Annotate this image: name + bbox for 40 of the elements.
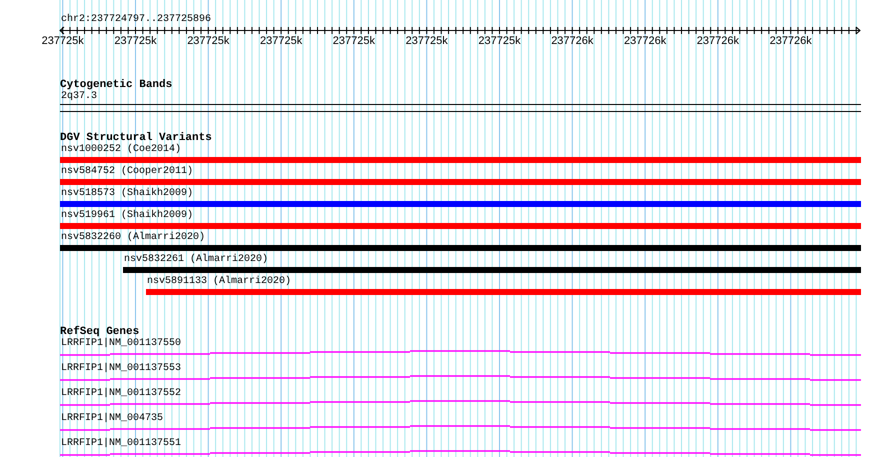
gene-line-drawing[interactable] <box>60 450 861 456</box>
tick-label: 237725k <box>332 35 375 47</box>
tick-label: 237725k <box>114 35 157 47</box>
band-label: 2q37.3 <box>60 91 98 103</box>
tick-label: 237726k <box>624 35 666 47</box>
variant-bar[interactable] <box>60 157 861 163</box>
gene-label[interactable]: LRRFIP1|NM_004735 <box>60 413 164 425</box>
variant-label[interactable]: nsv5832260 (Almarri2020) <box>60 232 206 244</box>
gene-label[interactable]: LRRFIP1|NM_001137550 <box>60 338 182 350</box>
tick-label: 237725k <box>406 35 448 47</box>
variant-label[interactable]: nsv518573 (Shaikh2009) <box>60 188 194 200</box>
track-title: DGV Structural Variants <box>60 132 213 144</box>
gene-line-drawing[interactable] <box>60 375 861 381</box>
variant-bar[interactable] <box>60 245 861 251</box>
tick-label: 237725k <box>187 35 230 47</box>
tick-label: 237725k <box>478 35 521 47</box>
variant-label[interactable]: nsv5891133 (Almarri2020) <box>146 276 292 288</box>
variant-label[interactable]: nsv5832261 (Almarri2020) <box>123 254 268 266</box>
tick-label: 237726k <box>551 35 594 47</box>
tick-label: 237726k <box>696 35 739 47</box>
variant-bar[interactable] <box>60 223 861 229</box>
tick-label: 237725k <box>260 35 302 47</box>
variant-label[interactable]: nsv519961 (Shaikh2009) <box>60 210 194 222</box>
tick-label: 237725k <box>42 35 84 47</box>
variant-label[interactable]: nsv584752 (Cooper2011) <box>60 166 194 178</box>
gene-line-drawing[interactable] <box>60 350 861 356</box>
variant-label[interactable]: nsv1000252 (Coe2014) <box>60 144 182 156</box>
gene-label[interactable]: LRRFIP1|NM_001137553 <box>60 363 182 375</box>
variant-bar[interactable] <box>146 289 861 295</box>
variant-bar[interactable] <box>60 201 861 207</box>
variant-bar[interactable] <box>60 179 861 185</box>
location-label: chr2:237724797..237725896 <box>61 14 212 26</box>
gene-label[interactable]: LRRFIP1|NM_001137552 <box>60 388 182 400</box>
track-title: RefSeq Genes <box>60 326 140 338</box>
gene-line-drawing[interactable] <box>60 400 861 406</box>
track-title: Cytogenetic Bands <box>60 79 174 91</box>
gene-line-drawing[interactable] <box>60 425 861 431</box>
gene-label[interactable]: LRRFIP1|NM_001137551 <box>60 438 182 450</box>
variant-bar[interactable] <box>123 267 861 273</box>
tick-label: 237726k <box>770 35 812 47</box>
